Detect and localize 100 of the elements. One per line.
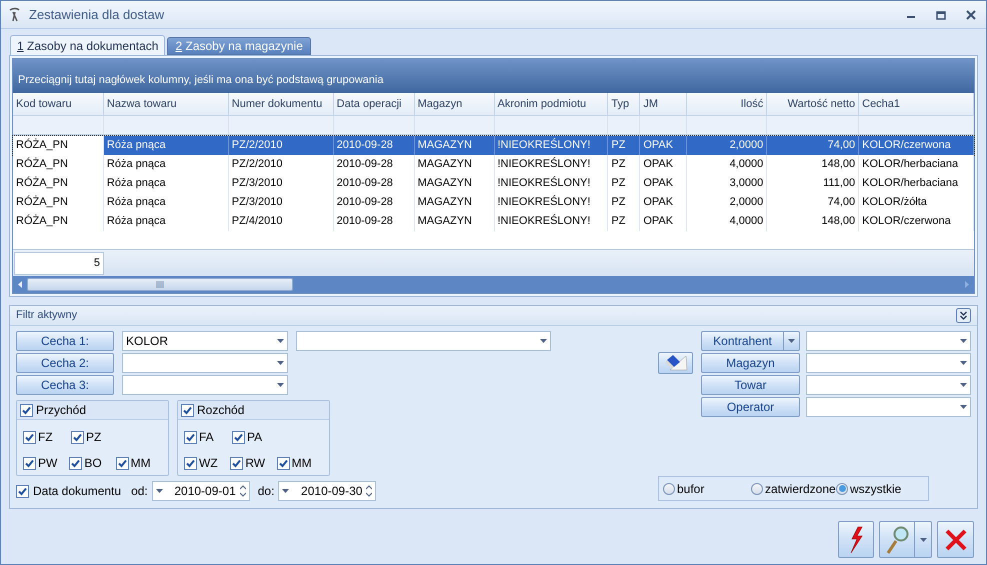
horizontal-scrollbar[interactable] bbox=[13, 276, 974, 293]
column-header[interactable]: Ilość bbox=[687, 93, 768, 115]
checkbox[interactable] bbox=[23, 456, 36, 470]
eraser-button[interactable] bbox=[658, 352, 693, 374]
dropdown-caret-icon bbox=[960, 339, 967, 343]
dropdown-caret-icon bbox=[540, 339, 547, 343]
dropdown-caret-icon bbox=[282, 489, 290, 493]
table-cell: !NIEOKREŚLONY! bbox=[494, 174, 608, 193]
run-button[interactable] bbox=[838, 521, 874, 558]
combo-box[interactable] bbox=[806, 397, 971, 417]
radio-button[interactable] bbox=[663, 482, 675, 494]
dropdown-caret-icon bbox=[156, 489, 163, 493]
combo-box[interactable] bbox=[122, 353, 288, 373]
checkbox-label: FZ bbox=[38, 429, 53, 446]
tab[interactable]: 1 Zasoby na dokumentach bbox=[10, 35, 166, 55]
picker-button[interactable]: Towar bbox=[701, 375, 800, 395]
checkbox[interactable] bbox=[184, 430, 197, 444]
checkbox[interactable] bbox=[116, 456, 129, 470]
checkbox-label: PZ bbox=[86, 429, 102, 446]
checkbox-label: RW bbox=[245, 455, 266, 472]
checkbox-label: BO bbox=[84, 455, 102, 472]
column-header[interactable]: Akronim podmiotu bbox=[494, 93, 608, 115]
checkbox[interactable] bbox=[69, 456, 82, 470]
picker-button[interactable]: Operator bbox=[701, 397, 800, 417]
dropdown-caret-icon bbox=[277, 383, 284, 387]
feature-button[interactable]: Cecha 3: bbox=[16, 375, 114, 395]
checkbox[interactable] bbox=[181, 404, 194, 416]
scrollbar-thumb[interactable] bbox=[27, 278, 293, 291]
radio-label: zatwierdzone bbox=[765, 480, 836, 498]
picker-button[interactable]: Magazyn bbox=[701, 353, 800, 373]
table-cell: MAGAZYN bbox=[414, 174, 494, 193]
checkbox[interactable] bbox=[184, 456, 197, 470]
from-label: od: bbox=[131, 483, 148, 500]
radio-label: wszystkie bbox=[850, 480, 902, 498]
row-count: 5 bbox=[14, 252, 104, 274]
combo-box[interactable]: KOLOR bbox=[122, 331, 288, 351]
close-icon[interactable] bbox=[966, 10, 976, 20]
date-to-field[interactable]: 2010-09-30 bbox=[278, 481, 376, 501]
feature-button[interactable]: Cecha 1: bbox=[16, 331, 114, 351]
checkbox-label: FA bbox=[199, 429, 214, 446]
radio-label: bufor bbox=[677, 480, 704, 498]
column-header[interactable]: JM bbox=[640, 93, 688, 115]
picker-split-button[interactable]: Kontrahent bbox=[701, 331, 800, 351]
spin-icon[interactable] bbox=[240, 485, 246, 497]
collapse-icon[interactable] bbox=[956, 308, 971, 323]
column-header[interactable]: Cecha1 bbox=[859, 93, 974, 115]
dropdown-caret-icon bbox=[960, 361, 967, 365]
dropdown-caret-icon bbox=[960, 383, 967, 387]
column-header[interactable]: Nazwa towaru bbox=[104, 93, 229, 115]
group-label: Rozchód bbox=[197, 402, 244, 419]
date-label: Data dokumentu bbox=[33, 483, 122, 500]
group-label: Przychód bbox=[36, 402, 86, 419]
checkbox[interactable] bbox=[230, 456, 244, 470]
checkbox-label: MM bbox=[292, 455, 312, 472]
table-cell: !NIEOKREŚLONY! bbox=[494, 155, 608, 174]
date-from-field[interactable]: 2010-09-01 bbox=[152, 481, 250, 501]
radio-button[interactable] bbox=[836, 482, 848, 494]
checkbox[interactable] bbox=[232, 430, 245, 444]
close-button[interactable] bbox=[937, 521, 974, 558]
maximize-icon[interactable] bbox=[936, 10, 946, 20]
checkbox[interactable] bbox=[276, 456, 290, 470]
column-header[interactable]: Typ bbox=[608, 93, 640, 115]
table-cell: 2010-09-28 bbox=[334, 174, 415, 193]
table-cell: MAGAZYN bbox=[414, 212, 494, 231]
feature-button[interactable]: Cecha 2: bbox=[16, 353, 114, 373]
checkbox-label: WZ bbox=[199, 455, 218, 472]
combo-box[interactable] bbox=[806, 353, 971, 373]
table-cell: 2010-09-28 bbox=[334, 155, 415, 174]
close-icon bbox=[944, 528, 968, 552]
column-header[interactable]: Numer dokumentu bbox=[228, 93, 334, 115]
checkbox-label: MM bbox=[130, 455, 151, 472]
table-cell: RÓŻA_PN bbox=[13, 136, 104, 155]
table-cell: !NIEOKREŚLONY! bbox=[494, 193, 608, 212]
dropdown-caret-icon bbox=[277, 339, 284, 343]
combo-box[interactable] bbox=[296, 331, 551, 351]
dropdown-caret-icon bbox=[277, 361, 284, 365]
combo-box[interactable] bbox=[806, 331, 971, 351]
preview-split-button[interactable] bbox=[879, 521, 932, 558]
radio-button[interactable] bbox=[751, 482, 763, 494]
column-header[interactable]: Kod towaru bbox=[13, 93, 104, 115]
table-cell: MAGAZYN bbox=[414, 193, 494, 212]
spin-icon[interactable] bbox=[366, 485, 372, 497]
table-cell: !NIEOKREŚLONY! bbox=[494, 212, 608, 231]
column-header[interactable]: Magazyn bbox=[414, 93, 494, 115]
combo-box[interactable] bbox=[122, 375, 288, 395]
eraser-icon bbox=[664, 354, 688, 372]
checkbox[interactable] bbox=[16, 484, 29, 498]
checkbox[interactable] bbox=[23, 430, 36, 444]
table-row[interactable]: RÓŻA_PN Róża pnąca PZ/2/2010 2010-09-28 MAGAZYN !NIEOKREŚLONY! PZ OPAK 2,0000 74,00 KOLOR/czerwona bbox=[13, 136, 974, 155]
filter-title: Filtr aktywny bbox=[16, 308, 78, 324]
column-header[interactable]: Wartość netto bbox=[767, 93, 860, 115]
checkbox-label: PA bbox=[247, 429, 262, 446]
checkbox[interactable] bbox=[71, 430, 84, 444]
combo-box[interactable] bbox=[806, 375, 971, 395]
checkbox-label: PW bbox=[38, 455, 58, 472]
checkbox[interactable] bbox=[20, 404, 33, 416]
window-title: Zestawienia dla dostaw bbox=[29, 6, 166, 24]
magnifier-icon bbox=[885, 524, 909, 554]
column-header[interactable]: Data operacji bbox=[334, 93, 415, 115]
table-cell: MAGAZYN bbox=[414, 155, 494, 174]
